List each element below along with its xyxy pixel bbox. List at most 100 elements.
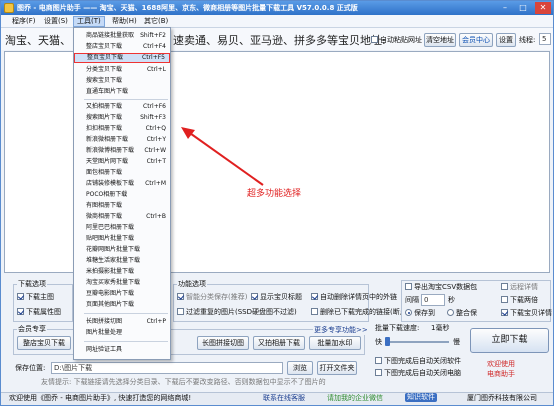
- main-images-checkbox[interactable]: 下载主图: [17, 293, 54, 302]
- menu-item-tiantang[interactable]: 天堂图片网下载 Ctrl+T: [74, 157, 170, 167]
- tools-dropdown-menu: 商品链接批量获取 Shift+F2 整店宝贝下载 Ctrl+F4 整页宝贝下载 Ctr…: [73, 27, 171, 360]
- menu-item-label: 堆糖生活家批量下载: [86, 257, 141, 264]
- maximize-button[interactable]: □: [515, 2, 531, 14]
- settings-button[interactable]: 设置: [496, 33, 516, 47]
- menu-separator: [84, 313, 168, 314]
- menu-item-huaban[interactable]: 花瓣网图片批量下载: [74, 245, 170, 255]
- menu-item-long-image[interactable]: 长图拼接切图 Ctrl+P: [74, 317, 170, 327]
- smart-category-checkbox[interactable]: 智能分类保存(推荐): [177, 293, 247, 302]
- menu-program[interactable]: 程序(F): [9, 16, 39, 27]
- speed-slider-track[interactable]: [387, 341, 449, 343]
- menu-item-youtu[interactable]: 有图相册下载: [74, 201, 170, 211]
- download-options-label: 下载选项: [17, 279, 47, 289]
- menu-item-ztc-download[interactable]: 直通车图片下载: [74, 87, 170, 97]
- member-store-download-button[interactable]: 整店宝贝下载: [17, 336, 71, 350]
- app-window: 图乔 - 电商图片助手 —— 淘宝、天猫、1688阿里、京东、微商相册等图片批量…: [0, 0, 554, 406]
- minimize-button[interactable]: –: [497, 2, 513, 14]
- speed-slider-handle[interactable]: [385, 337, 390, 346]
- menu-settings[interactable]: 设置(S): [41, 16, 71, 27]
- shutdown-label: 下图完成后自动关闭电脑: [384, 369, 461, 377]
- radio-dot-icon: [405, 309, 412, 316]
- export-csv-checkbox[interactable]: 导出淘宝CSV数据包: [405, 283, 477, 292]
- menu-item-poco[interactable]: POCO相册下载: [74, 190, 170, 200]
- menu-item-sina-micro-album[interactable]: 新浪微相册下载 Ctrl+Y: [74, 135, 170, 145]
- member-label: 会员专享: [17, 324, 47, 334]
- close-software-checkbox[interactable]: 下图完成后自动关闭软件: [375, 357, 461, 366]
- menu-item-duitang[interactable]: 堆糖生活家批量下载: [74, 256, 170, 266]
- show-title-label: 显示宝贝标题: [260, 293, 302, 301]
- track-progress-label: 远程详情: [510, 283, 538, 291]
- menu-item-label: 图片批量处理: [86, 329, 123, 336]
- auto-paste-checkbox[interactable]: 自动粘贴网址: [371, 36, 422, 45]
- member-youpai-button[interactable]: 又拍相册下载: [253, 336, 305, 350]
- save-mode-a-radio[interactable]: 保存到: [405, 309, 435, 318]
- range-checkbox[interactable]: 下载两倍: [501, 296, 538, 305]
- menu-item-youpai[interactable]: 又拍相册下载 Ctrl+F6: [74, 102, 170, 112]
- menu-item-url-verify[interactable]: 网址验证工具: [74, 345, 170, 355]
- menu-item-label: 天堂图片网下载: [86, 158, 129, 165]
- open-folder-button[interactable]: 打开文件夹: [317, 361, 357, 375]
- status-welcome: 欢迎使用《图乔 - 电商图片助手》, 快速打造您的网络商城!: [9, 394, 192, 402]
- menu-help[interactable]: 帮助(H): [109, 16, 140, 27]
- title-bar: 图乔 - 电商图片助手 —— 淘宝、天猫、1688阿里、京东、微商相册等图片批量…: [1, 1, 553, 15]
- app-logo-icon: [4, 3, 14, 13]
- browse-button[interactable]: 浏览: [287, 361, 313, 375]
- menu-item-douban[interactable]: 豆瓣电影图片下载: [74, 289, 170, 299]
- track-progress-checkbox[interactable]: 远程详情: [501, 283, 538, 292]
- tip-text: 友情提示: 下载链接请先选择分类目录、下载后不要改变路径、否则数据包中显示不了图…: [41, 378, 326, 386]
- menu-item-link-batch[interactable]: 商品链接批量获取 Shift+F2: [74, 31, 170, 41]
- menu-item-sina-weibo-album[interactable]: 新浪微博相册下载 Ctrl+W: [74, 146, 170, 156]
- banner-left: 淘宝、天猫、: [5, 34, 71, 47]
- close-button[interactable]: ✕: [535, 2, 551, 14]
- banner-right: 速卖通、易贝、亚马逊、拼多多等宝贝地址:: [173, 34, 386, 47]
- filter-repeat-checkbox[interactable]: 过滤重复的图片(SSD硬盘图不过滤): [177, 308, 297, 317]
- menu-other[interactable]: 其它(B): [141, 16, 171, 27]
- menu-item-label: 分类宝贝下载: [86, 66, 123, 73]
- speed-slow-label: 慢: [453, 338, 460, 346]
- menu-item-tieba[interactable]: 贴吧图片批量下载: [74, 234, 170, 244]
- menu-item-page-download[interactable]: 整页宝贝下载 Ctrl+F5: [74, 53, 170, 63]
- menu-item-shortcut: Ctrl+F4: [143, 43, 166, 50]
- menu-item-label: 贴吧图片批量下载: [86, 235, 135, 242]
- clear-address-button[interactable]: 清空地址: [424, 33, 456, 47]
- wechat-link[interactable]: 请加我的企业微信: [327, 394, 383, 403]
- interval-input[interactable]: 0: [421, 294, 445, 306]
- menu-item-label: 花瓣网图片批量下载: [86, 246, 141, 253]
- save-mode-b-radio[interactable]: 整合保: [447, 309, 477, 318]
- member-watermark-button[interactable]: 批量加水印: [309, 336, 361, 350]
- member-more-link[interactable]: 更多专享功能>>: [313, 325, 369, 335]
- menu-item-store-download[interactable]: 整店宝贝下载 Ctrl+F4: [74, 42, 170, 52]
- start-download-button[interactable]: 立即下载: [470, 328, 549, 353]
- support-link[interactable]: 联系在线客服: [263, 394, 305, 403]
- member-long-image-button[interactable]: 长图拼接切图: [197, 336, 249, 350]
- menu-item-search-download[interactable]: 搜索宝贝下载: [74, 76, 170, 86]
- threads-input[interactable]: 5: [539, 33, 551, 45]
- save-path-input[interactable]: D:\图片下载: [51, 362, 283, 374]
- auto-remove-links-checkbox[interactable]: 自动删除详情页中的外链: [311, 293, 397, 302]
- company-name: 厦门图乔科技有限公司: [467, 394, 537, 402]
- menu-item-search-image[interactable]: 搜索图片下载 Shift+F3: [74, 113, 170, 123]
- menu-item-label: 整店宝贝下载: [86, 43, 123, 50]
- menu-item-other-images[interactable]: 页面其他图片下载: [74, 300, 170, 310]
- export-csv-label: 导出淘宝CSV数据包: [414, 283, 478, 291]
- menu-item-batch-process[interactable]: 图片批量处理: [74, 328, 170, 338]
- function-options-label: 功能选项: [177, 279, 207, 289]
- menu-item-alibaba-album[interactable]: 阿里巴巴相册下载: [74, 223, 170, 233]
- attr-images-checkbox[interactable]: 下载属性图: [17, 308, 61, 317]
- download-detail-checkbox[interactable]: 下载宝贝详情: [501, 309, 552, 318]
- auto-paste-label: 自动粘贴网址: [380, 36, 422, 44]
- menu-item-shortcut: Ctrl+Q: [145, 125, 166, 132]
- menu-item-category-download[interactable]: 分类宝贝下载 Ctrl+L: [74, 65, 170, 75]
- menu-item-weishang[interactable]: 微商相册下载 Ctrl+B: [74, 212, 170, 222]
- menu-item-store-template[interactable]: 店铺装修模板下载 Ctrl+M: [74, 179, 170, 189]
- menu-item-qq-album[interactable]: 扣扣相册下载 Ctrl+Q: [74, 124, 170, 134]
- menu-item-buyer-show[interactable]: 淘宝买家秀批量下载: [74, 278, 170, 288]
- show-title-checkbox[interactable]: 显示宝贝标题: [251, 293, 302, 302]
- menu-item-label: 店铺装修模板下载: [86, 180, 135, 187]
- member-center-button[interactable]: 会员中心: [459, 33, 493, 47]
- menu-separator: [84, 99, 168, 100]
- menu-item-mipai[interactable]: 米拍摄影批量下载: [74, 267, 170, 277]
- shutdown-checkbox[interactable]: 下图完成后自动关闭电脑: [375, 369, 461, 378]
- menu-tools[interactable]: 工具(T): [73, 16, 105, 27]
- menu-item-mianbao[interactable]: 面包相册下载: [74, 168, 170, 178]
